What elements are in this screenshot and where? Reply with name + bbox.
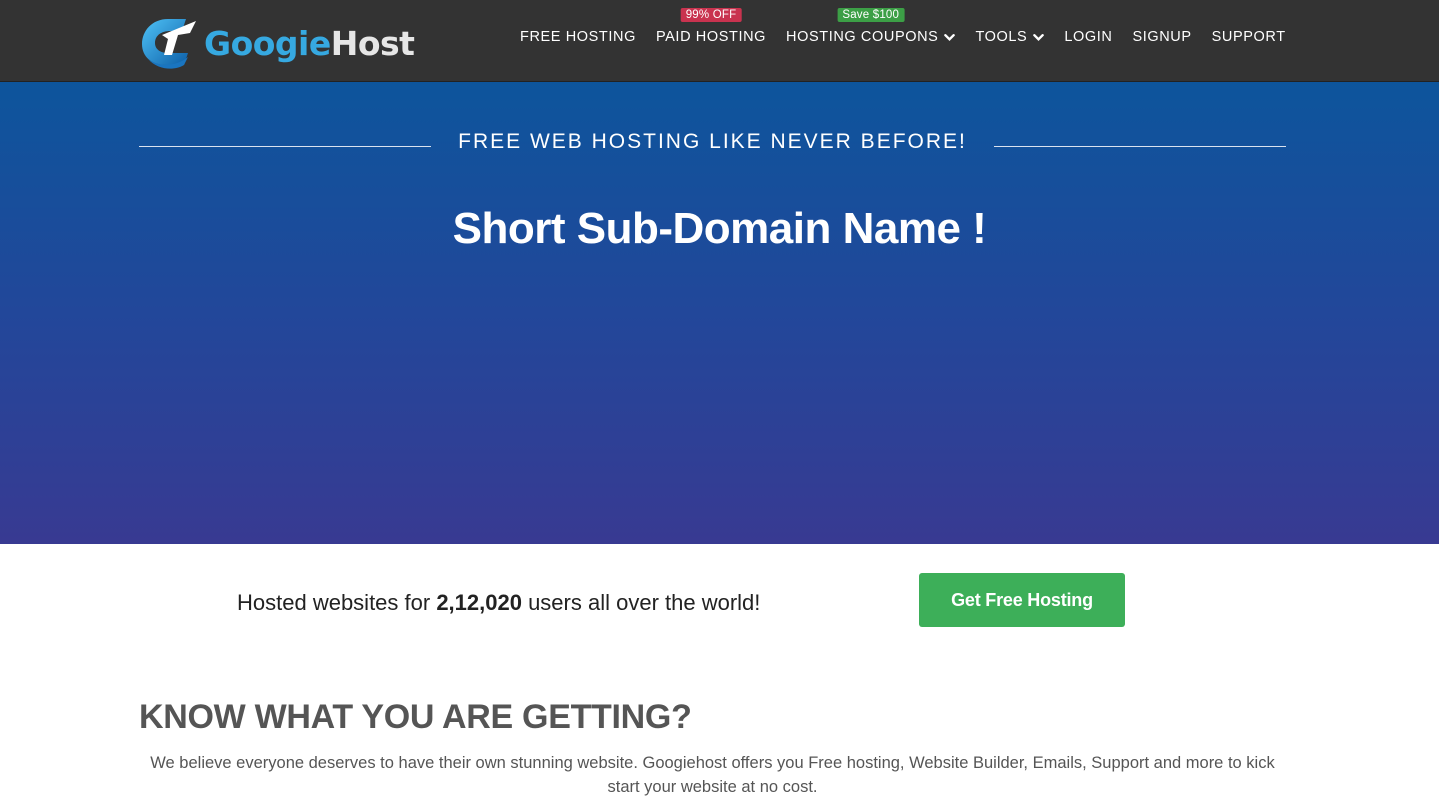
hero-title: Short Sub-Domain Name ! (452, 204, 987, 253)
nav-item-tools[interactable]: TOOLS (975, 29, 1045, 45)
get-free-hosting-button[interactable]: Get Free Hosting (919, 573, 1125, 627)
googiehost-logo-icon (138, 13, 200, 69)
nav-label: SUPPORT (1211, 29, 1286, 45)
section-heading: KNOW WHAT YOU ARE GETTING? (139, 698, 692, 736)
brand-logo[interactable]: GoogieHost (138, 12, 418, 70)
section-description: We believe everyone deserves to have the… (150, 754, 1275, 796)
tagline-divider-left (139, 146, 431, 147)
nav-label: FREE HOSTING (520, 29, 636, 45)
nav-item-free-hosting[interactable]: FREE HOSTING (520, 29, 636, 45)
nav-label: SIGNUP (1132, 29, 1192, 45)
brand-name: GoogieHost (204, 23, 415, 63)
nav-item-paid-hosting[interactable]: 99% OFF PAID HOSTING (655, 8, 767, 45)
stats-prefix: Hosted websites for (237, 590, 437, 615)
main-nav: FREE HOSTING 99% OFF PAID HOSTING Save $… (520, 0, 1306, 82)
site-header: GoogieHost FREE HOSTING 99% OFF PAID HOS… (0, 0, 1439, 82)
nav-label: LOGIN (1064, 29, 1113, 45)
savings-badge: Save $100 (837, 8, 905, 22)
nav-item-hosting-coupons[interactable]: Save $100 HOSTING COUPONS (786, 8, 956, 45)
user-count-text: Hosted websites for 2,12,020 users all o… (237, 590, 760, 616)
stats-suffix: users all over the world! (521, 590, 761, 615)
nav-label: PAID HOSTING (655, 29, 767, 45)
discount-badge: 99% OFF (680, 8, 742, 22)
nav-label: TOOLS (975, 29, 1028, 45)
nav-item-support[interactable]: SUPPORT (1212, 29, 1286, 45)
user-count: 2,12,020 (436, 590, 522, 615)
nav-item-login[interactable]: LOGIN (1064, 29, 1112, 45)
chevron-down-icon (944, 31, 956, 42)
tagline-divider-right (994, 146, 1286, 147)
hero-banner: FREE WEB HOSTING LIKE NEVER BEFORE! Shor… (0, 82, 1439, 544)
nav-label: HOSTING COUPONS (786, 29, 939, 45)
nav-item-signup[interactable]: SIGNUP (1132, 29, 1191, 45)
chevron-down-icon (1033, 31, 1045, 42)
hero-tagline: FREE WEB HOSTING LIKE NEVER BEFORE! (458, 130, 967, 153)
